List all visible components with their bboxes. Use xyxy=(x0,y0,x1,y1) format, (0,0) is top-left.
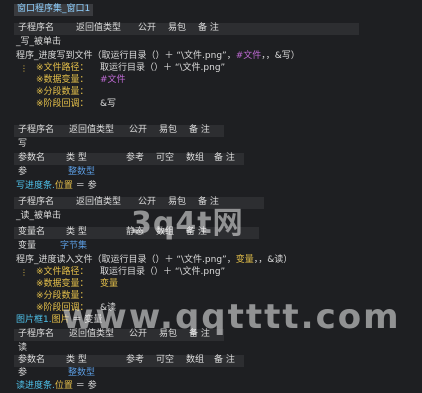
sub-name-cell[interactable]: _写_被单击 xyxy=(16,37,61,49)
assign-expr: ＝ 参 xyxy=(72,381,97,391)
var-header-row: 变量名 类 型 静态 数组 备 注 xyxy=(14,227,259,239)
col-sub-name: 子程序名 xyxy=(18,23,55,33)
call-text-end: ，，&读） xyxy=(253,255,293,265)
col-public: 公开 xyxy=(138,197,157,207)
col-type: 类 型 xyxy=(66,153,87,163)
comment-label: ※阶段回调： xyxy=(36,303,89,313)
call-text: 程序_进度读入文件（取运行目录（）＋ “\文件.png”， xyxy=(16,255,236,265)
property-name: 位置 xyxy=(54,381,73,391)
col-param-name: 参数名 xyxy=(18,153,46,163)
assign-expr: ＝ 变量 xyxy=(69,315,103,325)
col-public: 公开 xyxy=(129,125,148,135)
param-type: 整数型 xyxy=(68,167,96,177)
call-arg: #文件 xyxy=(235,51,262,61)
col-return-type: 返回值类型 xyxy=(76,197,122,207)
param-type: 整数型 xyxy=(68,368,96,378)
col-sub-name: 子程序名 xyxy=(18,125,55,135)
sub-header-row: 子程序名 返回值类型 公开 易包 备 注 xyxy=(14,125,224,137)
code-line[interactable]: 程序_进度写到文件（取运行目录（）＋ “\文件.png”，#文件，，&写） xyxy=(16,51,300,63)
sub-header-row: 子程序名 返回值类型 公开 易包 备 注 xyxy=(14,197,264,209)
tab-assembly-title[interactable]: 窗口程序集_窗口1 xyxy=(14,4,94,16)
col-public: 公开 xyxy=(129,329,148,339)
col-nullable: 可空 xyxy=(156,355,175,365)
col-easy-pack: 易包 xyxy=(159,329,178,339)
var-type: 字节集 xyxy=(60,241,88,251)
sub-header-row: 子程序名 返回值类型 公开 易包 备 注 xyxy=(14,329,224,341)
sub-name-cell[interactable]: 读 xyxy=(18,343,27,355)
call-arg: 变量 xyxy=(235,255,254,265)
col-array: 数组 xyxy=(186,355,205,365)
col-sub-name: 子程序名 xyxy=(18,329,55,339)
fold-marker: ⋮ xyxy=(20,64,28,73)
comment-label: ※阶段回调： xyxy=(36,99,89,109)
comment-label: ※分段数量： xyxy=(36,291,89,301)
code-line[interactable]: 读进度条.位置 ＝ 参 xyxy=(16,381,97,393)
param-name: 参 xyxy=(18,368,28,378)
col-note: 备 注 xyxy=(198,197,219,207)
comment-label: ※文件路径： xyxy=(36,63,89,73)
param-row[interactable]: 参 整数型 xyxy=(18,368,238,380)
col-note: 备 注 xyxy=(214,153,235,163)
fold-marker: ⋮ xyxy=(20,268,28,277)
comment-value: &读 xyxy=(100,303,117,313)
comment-value: 取运行目录（）＋ “\文件.png” xyxy=(100,267,226,277)
col-return-type: 返回值类型 xyxy=(76,23,122,33)
code-line[interactable]: 图片框1.图片 ＝ 变量 xyxy=(16,315,102,327)
code-line[interactable]: 写进度条.位置 ＝ 参 xyxy=(16,181,97,193)
col-param-name: 参数名 xyxy=(18,355,46,365)
col-ref: 参考 xyxy=(126,355,145,365)
col-easy-pack: 易包 xyxy=(159,125,178,135)
col-static: 静态 xyxy=(126,227,145,237)
object-name: 写进度条. xyxy=(16,181,55,191)
comment-value: #文件 xyxy=(100,75,126,85)
col-note: 备 注 xyxy=(198,23,219,33)
col-note: 备 注 xyxy=(189,329,210,339)
col-var-name: 变量名 xyxy=(18,227,46,237)
call-text-end: ，，&写） xyxy=(261,51,300,61)
comment-label: ※文件路径： xyxy=(36,267,89,277)
col-type: 类 型 xyxy=(66,227,87,237)
sub-name-cell[interactable]: _读_被单击 xyxy=(16,211,61,223)
sub-header-row: 子程序名 返回值类型 公开 易包 备 注 xyxy=(14,23,359,35)
col-sub-name: 子程序名 xyxy=(18,197,55,207)
col-type: 类 型 xyxy=(66,355,87,365)
sub-name-cell[interactable]: 写 xyxy=(18,139,27,151)
call-text: 程序_进度写到文件（取运行目录（）＋ “\文件.png”， xyxy=(16,51,236,61)
comment-value: 变量 xyxy=(100,279,119,289)
col-note: 备 注 xyxy=(189,125,210,135)
var-row[interactable]: 变量 字节集 xyxy=(18,241,238,253)
param-header-row: 参数名 类 型 参考 可空 数组 备 注 xyxy=(14,355,244,367)
var-name: 变量 xyxy=(18,241,37,251)
object-name: 读进度条. xyxy=(16,381,55,391)
comment-value: 取运行目录（）＋ “\文件.png” xyxy=(100,63,226,73)
code-editor[interactable]: 窗口程序集_窗口1 子程序名 返回值类型 公开 易包 备 注 _写_被单击 程序… xyxy=(0,0,422,393)
col-array: 数组 xyxy=(156,227,175,237)
col-return-type: 返回值类型 xyxy=(69,329,115,339)
param-name: 参 xyxy=(18,167,28,177)
object-name: 图片框1. xyxy=(16,315,52,325)
col-easy-pack: 易包 xyxy=(168,23,187,33)
col-array: 数组 xyxy=(186,153,205,163)
col-note: 备 注 xyxy=(186,227,207,237)
col-easy-pack: 易包 xyxy=(168,197,187,207)
comment-label: ※数据变量： xyxy=(36,75,89,85)
property-name: 位置 xyxy=(54,181,73,191)
assign-expr: ＝ 参 xyxy=(72,181,97,191)
code-line[interactable]: 程序_进度读入文件（取运行目录（）＋ “\文件.png”，变量，，&读） xyxy=(16,255,292,267)
col-ref: 参考 xyxy=(126,153,145,163)
property-name: 图片 xyxy=(51,315,70,325)
param-row[interactable]: 参 整数型 xyxy=(18,167,238,179)
col-note: 备 注 xyxy=(214,355,235,365)
comment-value: &写 xyxy=(100,99,117,109)
comment-label: ※数据变量： xyxy=(36,279,89,289)
col-nullable: 可空 xyxy=(156,153,175,163)
param-header-row: 参数名 类 型 参考 可空 数组 备 注 xyxy=(14,153,244,165)
comment-label: ※分段数量： xyxy=(36,87,89,97)
col-public: 公开 xyxy=(138,23,157,33)
col-return-type: 返回值类型 xyxy=(69,125,115,135)
